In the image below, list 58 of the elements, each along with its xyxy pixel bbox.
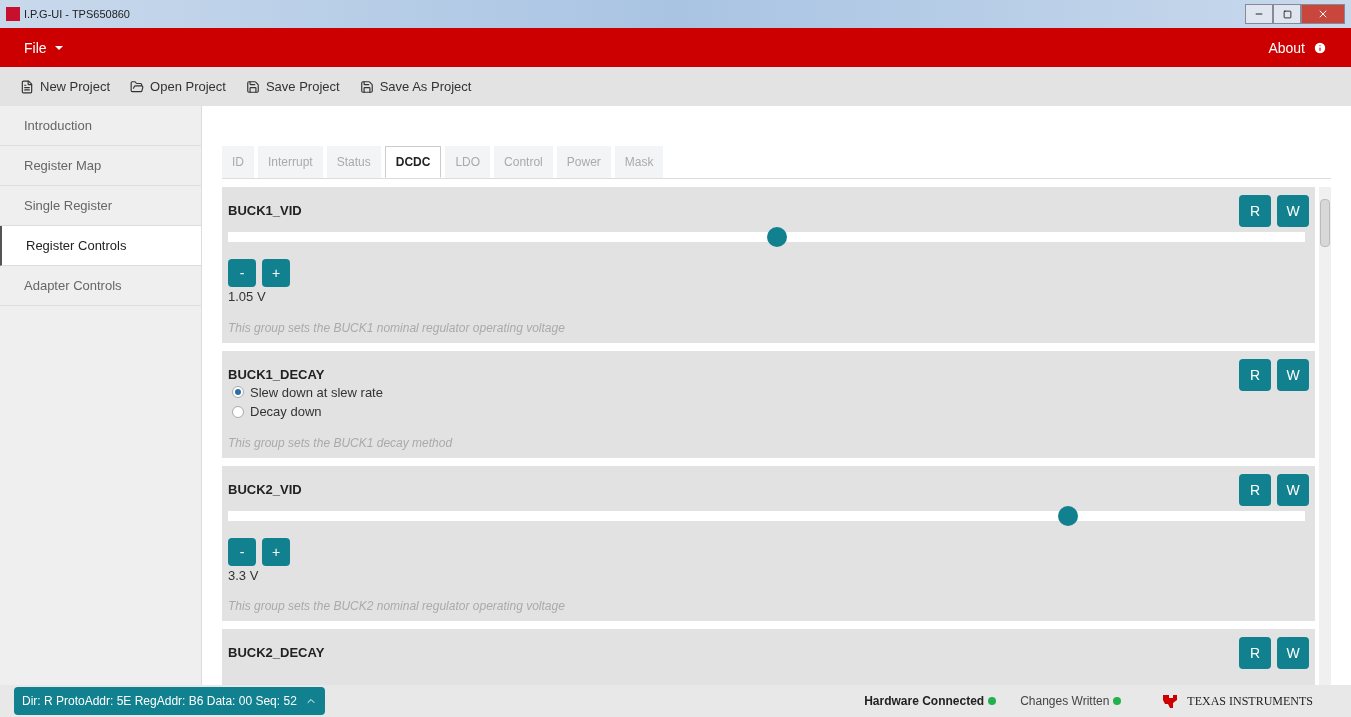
folder-icon xyxy=(130,79,145,94)
write-button[interactable]: W xyxy=(1277,637,1309,669)
increment-button[interactable]: + xyxy=(262,537,290,566)
maximize-button[interactable] xyxy=(1273,4,1301,24)
write-button[interactable]: W xyxy=(1277,473,1309,506)
brand-name: TEXAS INSTRUMENTS xyxy=(1187,693,1313,710)
info-icon xyxy=(1313,40,1327,55)
sidebar-item[interactable]: Adapter Controls xyxy=(0,266,201,306)
file-icon xyxy=(20,79,34,94)
group-title: BUCK1_VID xyxy=(228,202,302,220)
read-button[interactable]: R xyxy=(1239,637,1271,669)
value-label: 3.3 V xyxy=(228,566,260,585)
toolbar-button[interactable]: Save Project xyxy=(245,76,340,97)
group-description: This group sets the BUCK1 nominal regulator operating voltage xyxy=(228,319,566,337)
group-title: BUCK1_DECAY xyxy=(228,365,325,384)
write-button[interactable]: W xyxy=(1277,195,1309,227)
status-label: Hardware Connected xyxy=(864,693,985,710)
scrollbar[interactable] xyxy=(1319,187,1331,685)
save-icon xyxy=(245,79,260,94)
increment-button[interactable]: + xyxy=(262,259,290,287)
about-button[interactable]: About xyxy=(1268,37,1327,58)
toolbar-button[interactable]: Open Project xyxy=(130,76,226,97)
status-label: Changes Written xyxy=(1020,693,1110,710)
window-title: I.P.G-UI - TPS650860 xyxy=(24,6,130,22)
app-icon xyxy=(6,7,20,21)
tab[interactable]: DCDC xyxy=(384,146,442,178)
radio-label: Slew down at slew rate xyxy=(250,383,383,402)
write-button[interactable]: W xyxy=(1277,358,1309,391)
decrement-button[interactable]: - xyxy=(228,537,256,566)
slider-thumb[interactable] xyxy=(1058,505,1079,526)
radio-button[interactable] xyxy=(232,386,244,399)
value-label: 1.05 V xyxy=(228,288,267,306)
sidebar-item[interactable]: Introduction xyxy=(0,106,201,146)
group-description: This group sets the BUCK2 nominal regulator operating voltage xyxy=(228,598,566,615)
caret-icon xyxy=(54,45,63,50)
radio-button[interactable] xyxy=(232,405,244,418)
read-button[interactable]: R xyxy=(1239,473,1271,506)
group-title: BUCK2_DECAY xyxy=(228,644,325,662)
slider[interactable] xyxy=(228,505,1305,526)
read-button[interactable]: R xyxy=(1239,358,1271,391)
slider[interactable] xyxy=(228,227,1305,247)
toolbar-button[interactable]: New Project xyxy=(20,76,111,97)
save-icon xyxy=(359,79,374,94)
file-menu[interactable]: File xyxy=(24,37,63,58)
close-icon xyxy=(1317,8,1329,20)
sidebar-item[interactable]: Register Map xyxy=(0,146,201,186)
maximize-icon xyxy=(1282,9,1292,19)
group-title: BUCK2_VID xyxy=(228,480,302,499)
radio-label: Decay down xyxy=(250,403,322,421)
slider-thumb[interactable] xyxy=(767,227,788,247)
transaction-button[interactable]: Dir: R ProtoAddr: 5E RegAddr: B6 Data: 00 Seq: 52 xyxy=(14,687,325,715)
decrement-button[interactable]: - xyxy=(228,259,256,287)
sidebar-item[interactable]: Register Controls xyxy=(0,226,201,266)
minimize-button[interactable] xyxy=(1245,4,1273,24)
toolbar-button[interactable]: Save As Project xyxy=(359,76,472,97)
logo-icon xyxy=(1161,693,1180,709)
group-description: This group sets the BUCK1 decay method xyxy=(228,434,454,452)
read-button[interactable]: R xyxy=(1239,195,1271,227)
